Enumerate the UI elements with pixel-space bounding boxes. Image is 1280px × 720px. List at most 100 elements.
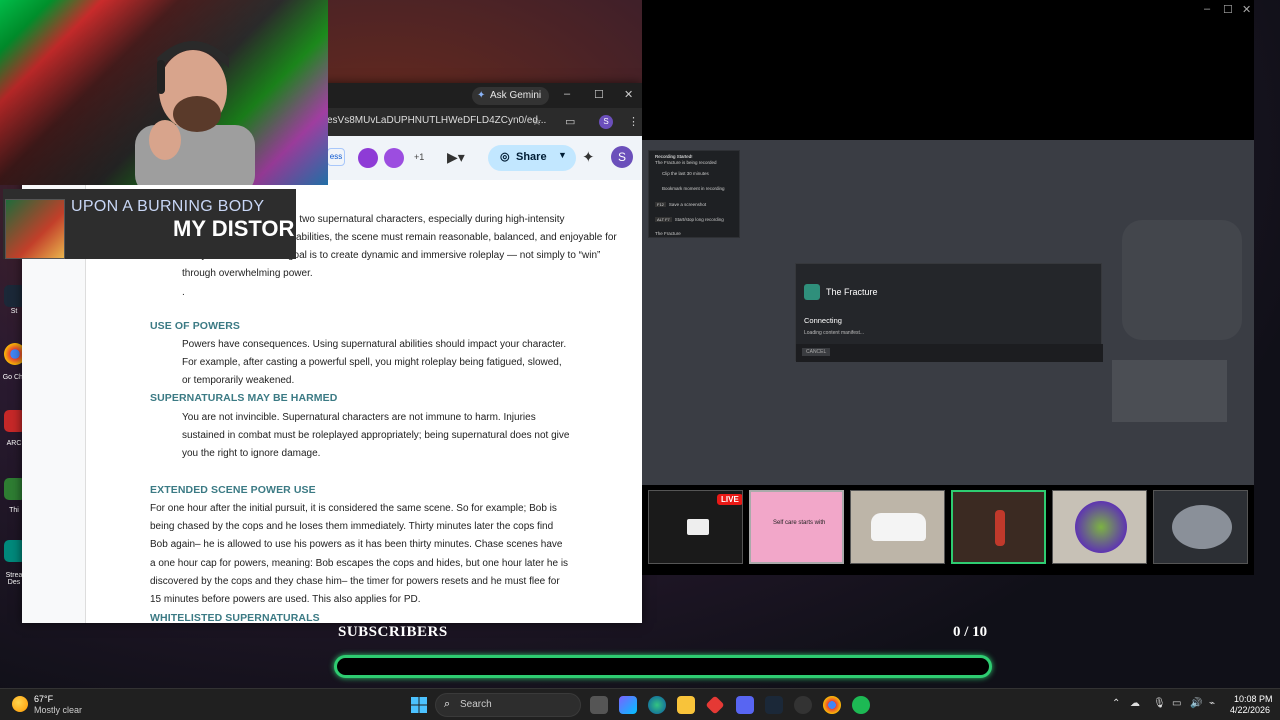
section-body: Powers have consequences. Using supernat… — [182, 339, 567, 387]
chevron-down-icon[interactable]: ▼ — [558, 150, 567, 160]
minimize-icon[interactable]: – — [564, 88, 570, 100]
shortcut-key: ALT F7 — [655, 217, 672, 222]
dialog-status: Connecting — [804, 316, 842, 325]
tray-overflow-icon[interactable]: ⌃ — [1112, 698, 1120, 709]
thumbnail-car[interactable] — [850, 490, 945, 564]
thumbnail-group[interactable] — [1052, 490, 1147, 564]
url-text[interactable]: esVs8MUvLaDUPHNUTLHWeDFLD4ZCyn0/ed... — [327, 115, 546, 126]
launcher-dialog: The Fracture Connecting Loading content … — [795, 263, 1103, 362]
live-badge: LIVE — [717, 494, 742, 505]
copilot-icon[interactable] — [619, 696, 637, 714]
recording-shortcut: Clip the last 30 minutes — [655, 171, 709, 176]
maximize-icon[interactable]: ☐ — [1223, 3, 1233, 16]
minimize-icon[interactable]: – — [1204, 3, 1210, 15]
clock-date[interactable]: 4/22/2026 — [1230, 705, 1270, 715]
dialog-substatus: Loading content manifest... — [804, 330, 865, 336]
edge-icon[interactable] — [648, 696, 666, 714]
shortcut-label: Start/stop long recording — [674, 217, 724, 222]
clock-time[interactable]: 10:08 PM — [1234, 694, 1273, 704]
obs-icon[interactable] — [794, 696, 812, 714]
discord-icon[interactable] — [736, 696, 754, 714]
thumbnail-live[interactable]: LIVE — [648, 490, 743, 564]
close-icon[interactable]: ✕ — [624, 88, 633, 101]
section-body: You are not invincible. Supernatural cha… — [182, 412, 570, 460]
character-image — [995, 510, 1005, 546]
intro-line: through overwhelming power. — [182, 268, 313, 279]
search-icon: ⌕ — [444, 698, 451, 710]
file-explorer-icon[interactable] — [677, 696, 695, 714]
meet-video-icon[interactable]: ▶▾ — [447, 149, 465, 166]
now-playing-track: MY DISTOR — [173, 216, 295, 241]
profile-avatar[interactable]: S — [599, 115, 613, 129]
recording-shortcut: ALT F7 Start/stop long recording — [655, 217, 724, 222]
now-playing-artist: UPON A BURNING BODY — [71, 198, 265, 215]
recording-header: Recording Started! — [655, 154, 693, 159]
menu-kebab-icon[interactable]: ⋮ — [628, 115, 639, 128]
cancel-button[interactable]: CANCEL — [802, 348, 831, 356]
taskbar-search[interactable]: ⌕ Search — [435, 693, 581, 717]
weather-icon[interactable] — [12, 696, 28, 712]
background-panel — [1112, 360, 1227, 422]
recording-notification: Recording Started! The Fracture is being… — [648, 150, 740, 238]
network-icon[interactable]: ⌁ — [1209, 698, 1215, 709]
webcam-feed — [0, 0, 328, 185]
collaborator-avatar[interactable] — [358, 148, 378, 168]
game-window: – ☐ ✕ Recording Started! The Fracture is… — [642, 0, 1254, 575]
shortcut-key: F12 — [655, 202, 666, 207]
bookmark-star-icon[interactable]: ☆ — [532, 115, 542, 128]
section-title: USE OF POWERS — [150, 320, 240, 332]
steam-icon[interactable] — [765, 696, 783, 714]
thumbnail-character[interactable] — [951, 490, 1046, 564]
intro-line: abilities, the scene must remain reasona… — [296, 232, 617, 243]
spotify-icon[interactable] — [852, 696, 870, 714]
subscriber-goal-bar — [334, 655, 992, 678]
album-art-image — [5, 199, 65, 259]
thumbnail-car-2[interactable] — [1153, 490, 1248, 564]
subscriber-goal-count: 0 / 10 — [953, 624, 988, 640]
profile-avatar-docs[interactable]: S — [611, 146, 633, 168]
onedrive-icon[interactable]: ☁ — [1130, 698, 1140, 709]
weather-temperature[interactable]: 67°F — [34, 694, 53, 704]
display-icon[interactable]: ▭ — [1172, 698, 1181, 709]
shortcut-label: Save a screenshot — [668, 202, 707, 207]
share-button[interactable]: ◎ Share ▼ — [488, 145, 576, 171]
docs-access-button[interactable]: ess — [327, 148, 345, 166]
weather-description[interactable]: Mostly clear — [34, 705, 82, 715]
ask-gemini-button[interactable]: ✦ Ask Gemini — [472, 87, 550, 105]
gemini-icon[interactable]: ✦ — [582, 148, 595, 166]
thumbnail-selfcare[interactable]: Self care starts with — [749, 490, 844, 564]
desktop: St Go Chr ARC Thi Strea Des ✦ Ask Gemini… — [0, 0, 1280, 720]
gemini-spark-icon: ✦ — [477, 90, 486, 101]
maximize-icon[interactable]: ☐ — [594, 88, 604, 101]
subscriber-goal-label: SUBSCRIBERS — [338, 624, 448, 640]
chrome-icon[interactable] — [823, 696, 841, 714]
microphone-icon[interactable]: 🎙 — [1153, 698, 1166, 709]
sidepanel-icon[interactable]: ▭ — [565, 115, 575, 128]
windows-start-icon[interactable] — [411, 697, 427, 713]
thumbnail-caption: Self care starts with — [773, 520, 826, 526]
game-logo-icon — [804, 284, 820, 300]
intro-line: n two supernatural characters, especiall… — [291, 214, 565, 225]
car-image — [1172, 505, 1232, 549]
globe-icon: ◎ — [500, 151, 510, 163]
task-view-icon[interactable] — [590, 696, 608, 714]
share-label: Share — [516, 151, 547, 163]
search-label: Search — [460, 699, 492, 710]
recording-subheader: The Fracture is being recorded — [655, 160, 717, 165]
section-body: For one hour after the initial pursuit, … — [150, 503, 569, 606]
intro-line: . — [182, 287, 185, 298]
volume-icon[interactable]: 🔊 — [1190, 698, 1202, 709]
app-red-icon[interactable] — [705, 695, 725, 715]
collaborator-count[interactable]: +1 — [414, 152, 424, 162]
taskbar: 67°F Mostly clear ⌕ Search ⌃ ☁ 🎙 ▭ 🔊 ⌁ 1… — [0, 688, 1280, 720]
collaborator-avatar[interactable] — [384, 148, 404, 168]
close-icon[interactable]: ✕ — [1242, 3, 1251, 16]
monitor-icon — [687, 519, 709, 535]
media-thumbnail-strip: LIVE Self care starts with — [642, 485, 1254, 575]
ask-gemini-label: Ask Gemini — [490, 90, 542, 101]
game-viewport[interactable]: Recording Started! The Fracture is being… — [642, 140, 1254, 485]
recording-footer: The Fracture — [655, 231, 681, 236]
now-playing-widget: UPON A BURNING BODY MY DISTOR — [3, 189, 296, 259]
background-panel — [1122, 220, 1242, 340]
section-title: SUPERNATURALS MAY BE HARMED — [150, 392, 338, 404]
